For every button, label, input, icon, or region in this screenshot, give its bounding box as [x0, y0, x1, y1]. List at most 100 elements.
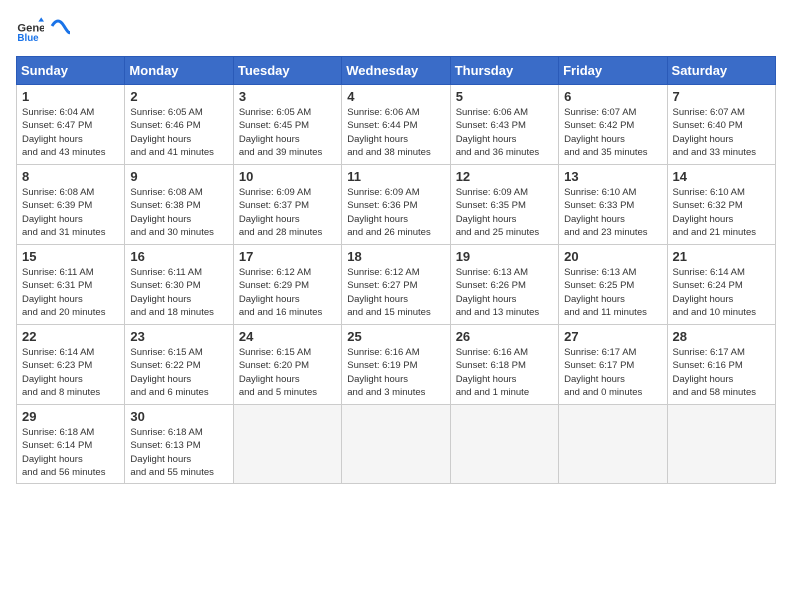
- day-number: 22: [22, 329, 119, 344]
- header-monday: Monday: [125, 57, 233, 85]
- day-cell: 18 Sunrise: 6:12 AM Sunset: 6:27 PM Dayl…: [342, 245, 450, 325]
- header-friday: Friday: [559, 57, 667, 85]
- day-info: Sunrise: 6:08 AM Sunset: 6:39 PM Dayligh…: [22, 186, 119, 239]
- day-cell: 24 Sunrise: 6:15 AM Sunset: 6:20 PM Dayl…: [233, 325, 341, 405]
- day-number: 18: [347, 249, 444, 264]
- day-info: Sunrise: 6:04 AM Sunset: 6:47 PM Dayligh…: [22, 106, 119, 159]
- day-number: 4: [347, 89, 444, 104]
- logo: General Blue: [16, 16, 70, 44]
- day-number: 1: [22, 89, 119, 104]
- day-cell: 10 Sunrise: 6:09 AM Sunset: 6:37 PM Dayl…: [233, 165, 341, 245]
- empty-cell: [450, 405, 558, 484]
- day-cell: 29 Sunrise: 6:18 AM Sunset: 6:14 PM Dayl…: [17, 405, 125, 484]
- day-info: Sunrise: 6:11 AM Sunset: 6:30 PM Dayligh…: [130, 266, 227, 319]
- day-cell: 5 Sunrise: 6:06 AM Sunset: 6:43 PM Dayli…: [450, 85, 558, 165]
- calendar-week-row: 15 Sunrise: 6:11 AM Sunset: 6:31 PM Dayl…: [17, 245, 776, 325]
- day-info: Sunrise: 6:07 AM Sunset: 6:42 PM Dayligh…: [564, 106, 661, 159]
- day-cell: 7 Sunrise: 6:07 AM Sunset: 6:40 PM Dayli…: [667, 85, 775, 165]
- day-cell: 20 Sunrise: 6:13 AM Sunset: 6:25 PM Dayl…: [559, 245, 667, 325]
- day-cell: 4 Sunrise: 6:06 AM Sunset: 6:44 PM Dayli…: [342, 85, 450, 165]
- day-cell: 25 Sunrise: 6:16 AM Sunset: 6:19 PM Dayl…: [342, 325, 450, 405]
- day-number: 23: [130, 329, 227, 344]
- day-info: Sunrise: 6:09 AM Sunset: 6:35 PM Dayligh…: [456, 186, 553, 239]
- day-cell: 16 Sunrise: 6:11 AM Sunset: 6:30 PM Dayl…: [125, 245, 233, 325]
- day-info: Sunrise: 6:17 AM Sunset: 6:17 PM Dayligh…: [564, 346, 661, 399]
- day-cell: 23 Sunrise: 6:15 AM Sunset: 6:22 PM Dayl…: [125, 325, 233, 405]
- day-info: Sunrise: 6:18 AM Sunset: 6:14 PM Dayligh…: [22, 426, 119, 479]
- day-info: Sunrise: 6:09 AM Sunset: 6:37 PM Dayligh…: [239, 186, 336, 239]
- day-info: Sunrise: 6:06 AM Sunset: 6:44 PM Dayligh…: [347, 106, 444, 159]
- page-header: General Blue: [16, 16, 776, 44]
- day-info: Sunrise: 6:13 AM Sunset: 6:25 PM Dayligh…: [564, 266, 661, 319]
- day-number: 13: [564, 169, 661, 184]
- calendar-week-row: 8 Sunrise: 6:08 AM Sunset: 6:39 PM Dayli…: [17, 165, 776, 245]
- day-number: 10: [239, 169, 336, 184]
- day-info: Sunrise: 6:13 AM Sunset: 6:26 PM Dayligh…: [456, 266, 553, 319]
- header-thursday: Thursday: [450, 57, 558, 85]
- calendar-header-row: SundayMondayTuesdayWednesdayThursdayFrid…: [17, 57, 776, 85]
- day-info: Sunrise: 6:10 AM Sunset: 6:32 PM Dayligh…: [673, 186, 770, 239]
- day-info: Sunrise: 6:16 AM Sunset: 6:18 PM Dayligh…: [456, 346, 553, 399]
- day-number: 16: [130, 249, 227, 264]
- empty-cell: [233, 405, 341, 484]
- day-cell: 30 Sunrise: 6:18 AM Sunset: 6:13 PM Dayl…: [125, 405, 233, 484]
- empty-cell: [667, 405, 775, 484]
- empty-cell: [342, 405, 450, 484]
- day-cell: 26 Sunrise: 6:16 AM Sunset: 6:18 PM Dayl…: [450, 325, 558, 405]
- day-number: 29: [22, 409, 119, 424]
- day-cell: 8 Sunrise: 6:08 AM Sunset: 6:39 PM Dayli…: [17, 165, 125, 245]
- day-info: Sunrise: 6:14 AM Sunset: 6:24 PM Dayligh…: [673, 266, 770, 319]
- day-info: Sunrise: 6:12 AM Sunset: 6:29 PM Dayligh…: [239, 266, 336, 319]
- day-info: Sunrise: 6:06 AM Sunset: 6:43 PM Dayligh…: [456, 106, 553, 159]
- day-info: Sunrise: 6:15 AM Sunset: 6:22 PM Dayligh…: [130, 346, 227, 399]
- header-tuesday: Tuesday: [233, 57, 341, 85]
- logo-wave-icon: [50, 11, 70, 41]
- day-info: Sunrise: 6:05 AM Sunset: 6:46 PM Dayligh…: [130, 106, 227, 159]
- day-cell: 1 Sunrise: 6:04 AM Sunset: 6:47 PM Dayli…: [17, 85, 125, 165]
- calendar-week-row: 29 Sunrise: 6:18 AM Sunset: 6:14 PM Dayl…: [17, 405, 776, 484]
- day-number: 12: [456, 169, 553, 184]
- header-wednesday: Wednesday: [342, 57, 450, 85]
- day-cell: 15 Sunrise: 6:11 AM Sunset: 6:31 PM Dayl…: [17, 245, 125, 325]
- day-number: 19: [456, 249, 553, 264]
- day-number: 26: [456, 329, 553, 344]
- day-number: 2: [130, 89, 227, 104]
- day-number: 3: [239, 89, 336, 104]
- day-number: 21: [673, 249, 770, 264]
- svg-text:Blue: Blue: [17, 33, 39, 44]
- calendar-table: SundayMondayTuesdayWednesdayThursdayFrid…: [16, 56, 776, 484]
- day-number: 14: [673, 169, 770, 184]
- day-cell: 14 Sunrise: 6:10 AM Sunset: 6:32 PM Dayl…: [667, 165, 775, 245]
- calendar-week-row: 22 Sunrise: 6:14 AM Sunset: 6:23 PM Dayl…: [17, 325, 776, 405]
- day-cell: 9 Sunrise: 6:08 AM Sunset: 6:38 PM Dayli…: [125, 165, 233, 245]
- day-cell: 3 Sunrise: 6:05 AM Sunset: 6:45 PM Dayli…: [233, 85, 341, 165]
- empty-cell: [559, 405, 667, 484]
- day-number: 6: [564, 89, 661, 104]
- day-number: 5: [456, 89, 553, 104]
- day-cell: 28 Sunrise: 6:17 AM Sunset: 6:16 PM Dayl…: [667, 325, 775, 405]
- logo-icon: General Blue: [16, 16, 44, 44]
- day-number: 25: [347, 329, 444, 344]
- day-number: 7: [673, 89, 770, 104]
- day-info: Sunrise: 6:18 AM Sunset: 6:13 PM Dayligh…: [130, 426, 227, 479]
- day-number: 9: [130, 169, 227, 184]
- day-cell: 13 Sunrise: 6:10 AM Sunset: 6:33 PM Dayl…: [559, 165, 667, 245]
- day-cell: 12 Sunrise: 6:09 AM Sunset: 6:35 PM Dayl…: [450, 165, 558, 245]
- day-info: Sunrise: 6:16 AM Sunset: 6:19 PM Dayligh…: [347, 346, 444, 399]
- day-number: 17: [239, 249, 336, 264]
- day-number: 11: [347, 169, 444, 184]
- day-info: Sunrise: 6:07 AM Sunset: 6:40 PM Dayligh…: [673, 106, 770, 159]
- day-number: 28: [673, 329, 770, 344]
- day-info: Sunrise: 6:17 AM Sunset: 6:16 PM Dayligh…: [673, 346, 770, 399]
- day-info: Sunrise: 6:09 AM Sunset: 6:36 PM Dayligh…: [347, 186, 444, 239]
- day-info: Sunrise: 6:15 AM Sunset: 6:20 PM Dayligh…: [239, 346, 336, 399]
- day-number: 24: [239, 329, 336, 344]
- day-info: Sunrise: 6:12 AM Sunset: 6:27 PM Dayligh…: [347, 266, 444, 319]
- day-number: 15: [22, 249, 119, 264]
- day-number: 27: [564, 329, 661, 344]
- day-info: Sunrise: 6:11 AM Sunset: 6:31 PM Dayligh…: [22, 266, 119, 319]
- header-sunday: Sunday: [17, 57, 125, 85]
- day-info: Sunrise: 6:05 AM Sunset: 6:45 PM Dayligh…: [239, 106, 336, 159]
- day-number: 8: [22, 169, 119, 184]
- day-cell: 19 Sunrise: 6:13 AM Sunset: 6:26 PM Dayl…: [450, 245, 558, 325]
